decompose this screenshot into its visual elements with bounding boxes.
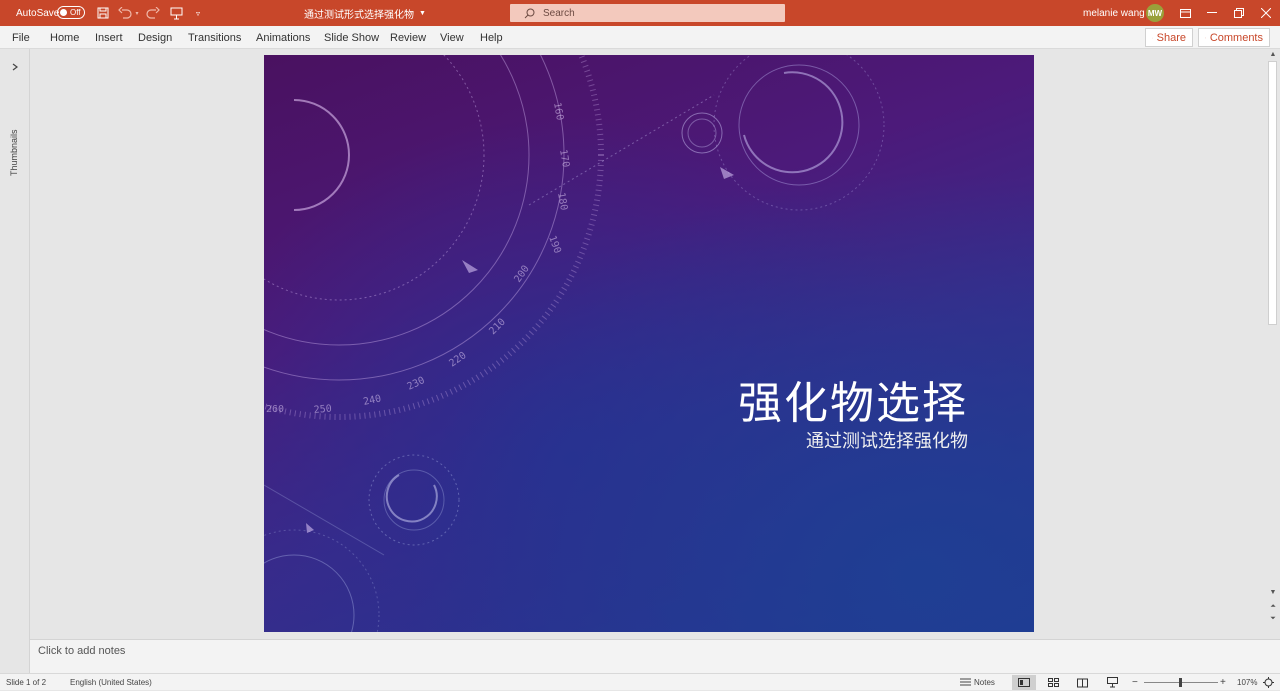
thumbnails-pane: Thumbnails	[0, 49, 30, 673]
fit-to-window-icon[interactable]	[1258, 675, 1278, 690]
notes-pane[interactable]: Click to add notes	[30, 639, 1280, 673]
tab-design[interactable]: Design	[138, 26, 172, 49]
share-button[interactable]: Share	[1145, 28, 1193, 47]
search-icon	[524, 8, 535, 18]
toggle-knob	[60, 9, 67, 16]
slide-sorter-icon[interactable]	[1041, 675, 1065, 690]
title-dropdown-icon: ▼	[419, 9, 426, 17]
dial-number: 260	[266, 404, 284, 415]
slide-canvas[interactable]: 160 170 180 190 200 210 220 230 240 250 …	[264, 55, 1034, 632]
next-slide-icon[interactable]: ⏷	[1266, 613, 1280, 624]
comment-icon	[1205, 37, 1206, 38]
tab-view[interactable]: View	[440, 26, 464, 49]
dial-number: 190	[546, 234, 563, 255]
dial-number: 250	[313, 403, 332, 416]
title-bar: AutoSave Off ▾ ▿ 通过测试形式选择强化物 ▼ Search me…	[0, 0, 1280, 26]
tab-file[interactable]: File	[12, 26, 30, 49]
avatar[interactable]: MW	[1146, 4, 1164, 22]
previous-slide-icon[interactable]: ⏶	[1266, 601, 1280, 612]
chevron-right-icon[interactable]	[9, 61, 21, 73]
close-icon[interactable]	[1253, 0, 1279, 26]
slide-show-icon[interactable]	[1100, 675, 1124, 690]
tab-animations[interactable]: Animations	[256, 26, 310, 49]
status-bar: Slide 1 of 2 English (United States) Not…	[0, 673, 1280, 690]
vertical-scrollbar[interactable]: ▲ ▼ ⏶ ⏷	[1266, 49, 1280, 639]
comments-button[interactable]: Comments	[1198, 28, 1270, 47]
restore-icon[interactable]	[1226, 0, 1252, 26]
dial-number: 170	[557, 149, 571, 169]
share-icon	[1152, 37, 1153, 38]
save-icon[interactable]	[95, 5, 111, 21]
zoom-slider-thumb[interactable]	[1179, 678, 1182, 687]
document-title-text: 通过测试形式选择强化物	[304, 9, 414, 21]
autosave-toggle[interactable]: Off	[57, 6, 85, 19]
dial-number: 210	[487, 317, 508, 338]
scroll-down-icon[interactable]: ▼	[1266, 587, 1280, 598]
tab-slide-show[interactable]: Slide Show	[324, 26, 379, 49]
ribbon-tabs: File Home Insert Design Transitions Anim…	[0, 26, 1280, 49]
language-indicator[interactable]: English (United States)	[70, 674, 152, 691]
document-title[interactable]: 通过测试形式选择强化物 ▼	[304, 0, 426, 26]
comments-label: Comments	[1209, 31, 1263, 44]
scrollbar-thumb[interactable]	[1268, 61, 1277, 325]
tab-review[interactable]: Review	[390, 26, 426, 49]
tab-insert[interactable]: Insert	[95, 26, 123, 49]
reading-view-icon[interactable]	[1070, 675, 1094, 690]
ribbon-display-options-icon[interactable]	[1172, 0, 1198, 26]
autosave-state: Off	[70, 8, 81, 17]
notes-label: Notes	[974, 678, 995, 687]
slide-subtitle[interactable]: 通过测试选择强化物	[806, 427, 968, 453]
undo-dropdown-icon[interactable]: ▾	[133, 5, 141, 21]
notes-button[interactable]: Notes	[960, 674, 995, 691]
zoom-out-button[interactable]: −	[1132, 674, 1138, 691]
present-from-beginning-icon[interactable]	[168, 5, 184, 21]
thumbnails-label[interactable]: Thumbnails	[9, 129, 19, 176]
tech-dial-decoration: 160 170 180 190 200 210 220 230 240 250 …	[264, 55, 885, 632]
zoom-level[interactable]: 107%	[1237, 674, 1257, 691]
search-box[interactable]: Search	[510, 4, 785, 22]
dial-number: 220	[447, 350, 468, 369]
user-name[interactable]: melanie wang	[1083, 0, 1145, 26]
autosave-label: AutoSave	[16, 7, 60, 19]
tab-transitions[interactable]: Transitions	[188, 26, 241, 49]
slide-title[interactable]: 强化物选择	[738, 367, 968, 431]
search-placeholder: Search	[543, 7, 575, 19]
dial-number: 200	[512, 264, 531, 285]
tab-help[interactable]: Help	[480, 26, 503, 49]
dial-number: 160	[551, 102, 565, 122]
share-label: Share	[1156, 31, 1186, 44]
notes-icon	[960, 678, 971, 686]
customize-toolbar-icon[interactable]: ▿	[190, 5, 206, 21]
tab-home[interactable]: Home	[50, 26, 79, 49]
normal-view-icon[interactable]	[1012, 675, 1036, 690]
slide-indicator: Slide 1 of 2	[6, 678, 47, 687]
dial-number: 230	[406, 375, 427, 393]
dial-number: 240	[362, 393, 382, 408]
redo-icon[interactable]	[145, 5, 161, 21]
zoom-in-button[interactable]: +	[1220, 674, 1226, 691]
undo-icon[interactable]	[117, 5, 133, 21]
scroll-up-icon[interactable]: ▲	[1266, 49, 1280, 60]
minimize-icon[interactable]	[1199, 0, 1225, 26]
notes-placeholder[interactable]: Click to add notes	[38, 645, 125, 657]
